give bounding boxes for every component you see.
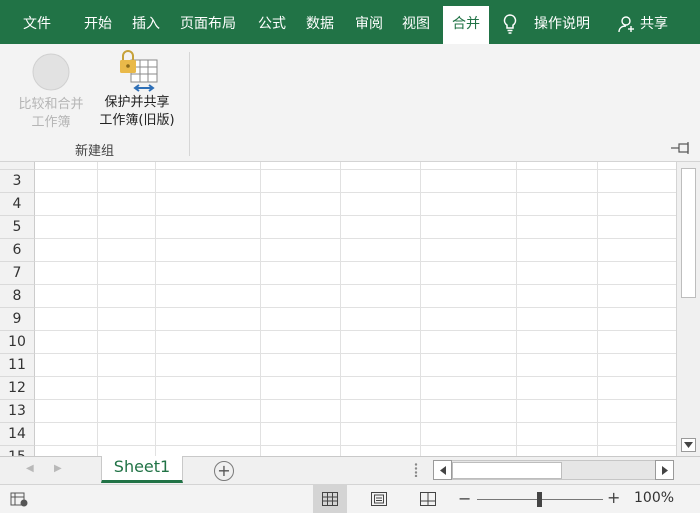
- protect-share-label-line2: 工作簿(旧版): [99, 113, 175, 128]
- row-gridline: [35, 353, 676, 354]
- row-gridline: [35, 238, 676, 239]
- group-label: 新建组: [74, 144, 114, 159]
- compare-merge-label-line1: 比较和合并: [18, 97, 84, 112]
- next-sheet-icon[interactable]: ▶: [54, 463, 62, 474]
- scroll-down-button[interactable]: [681, 438, 696, 452]
- zoom-slider-thumb[interactable]: [537, 492, 542, 507]
- row-header[interactable]: 13: [0, 400, 35, 423]
- sheet-tab[interactable]: Sheet1: [101, 456, 183, 483]
- zoom-in-button[interactable]: +: [607, 488, 620, 507]
- tab-merge[interactable]: 合并: [443, 6, 489, 44]
- row-header[interactable]: 4: [0, 193, 35, 216]
- column-gridline: [97, 162, 98, 456]
- tab-file[interactable]: 文件: [23, 0, 51, 48]
- share-button[interactable]: 共享: [640, 0, 668, 48]
- row-header[interactable]: 8: [0, 285, 35, 308]
- chevron-right-icon: [661, 465, 668, 475]
- tab-data[interactable]: 数据: [306, 0, 334, 48]
- column-gridline: [516, 162, 517, 456]
- row-header[interactable]: 6: [0, 239, 35, 262]
- row-header[interactable]: 5: [0, 216, 35, 239]
- row-header[interactable]: 11: [0, 354, 35, 377]
- row-header[interactable]: 3: [0, 170, 35, 193]
- row-gridline: [35, 399, 676, 400]
- row-gridline: [35, 284, 676, 285]
- person-icon[interactable]: [618, 0, 636, 48]
- row-header[interactable]: 14: [0, 423, 35, 446]
- normal-view-icon: [322, 492, 338, 506]
- menu-bar: 文件 开始 插入 页面布局 公式 数据 审阅 视图 合并 操作说明 共享: [0, 0, 700, 48]
- row-gridline: [35, 215, 676, 216]
- lightbulb-icon[interactable]: [502, 0, 518, 48]
- column-gridline: [420, 162, 421, 456]
- row-header[interactable]: 9: [0, 308, 35, 331]
- row-gridline: [35, 192, 676, 193]
- vertical-scroll-thumb[interactable]: [681, 168, 696, 298]
- chevron-down-icon: [684, 442, 693, 448]
- compare-merge-label-line2: 工作簿: [31, 115, 71, 130]
- normal-view-button[interactable]: [313, 485, 347, 513]
- row-gridline: [35, 376, 676, 377]
- row-header[interactable]: 15: [0, 446, 35, 456]
- row-header[interactable]: 10: [0, 331, 35, 354]
- status-bar: − + 100%: [0, 484, 700, 513]
- row-gridline: [35, 261, 676, 262]
- tab-view[interactable]: 视图: [402, 0, 430, 48]
- vertical-scrollbar[interactable]: [676, 162, 700, 456]
- compare-merge-icon: [32, 53, 70, 91]
- zoom-level[interactable]: 100%: [634, 490, 674, 506]
- row-header[interactable]: 12: [0, 377, 35, 400]
- column-gridline: [597, 162, 598, 456]
- macro-recording-icon[interactable]: [10, 491, 28, 507]
- pin-icon[interactable]: [670, 142, 692, 154]
- row-gridline: [35, 445, 676, 446]
- add-sheet-button[interactable]: +: [214, 461, 234, 481]
- sheet-tab-bar: ◀ ▶ Sheet1 +: [0, 456, 700, 484]
- tab-review[interactable]: 审阅: [355, 0, 383, 48]
- group-separator: [189, 52, 190, 156]
- horizontal-scrollbar[interactable]: [433, 460, 674, 481]
- page-layout-view-button[interactable]: [362, 485, 396, 513]
- protect-share-label-line1: 保护并共享: [104, 95, 170, 110]
- tab-formulas[interactable]: 公式: [258, 0, 286, 48]
- zoom-out-button[interactable]: −: [458, 489, 471, 508]
- tab-home[interactable]: 开始: [84, 0, 112, 48]
- row-header[interactable]: 7: [0, 262, 35, 285]
- tab-insert[interactable]: 插入: [132, 0, 160, 48]
- scroll-left-button[interactable]: [433, 460, 452, 480]
- excel-window: 文件 开始 插入 页面布局 公式 数据 审阅 视图 合并 操作说明 共享 比较和…: [0, 0, 700, 513]
- row-gridline: [35, 330, 676, 331]
- page-layout-icon: [371, 492, 387, 506]
- compare-merge-button: 比较和合并 工作簿: [9, 52, 93, 132]
- column-gridline: [260, 162, 261, 456]
- previous-sheet-icon[interactable]: ◀: [26, 463, 34, 474]
- protect-share-button[interactable]: 保护并共享 工作簿(旧版): [92, 50, 182, 130]
- horizontal-scroll-thumb[interactable]: [452, 462, 562, 479]
- page-break-preview-icon: [420, 492, 436, 506]
- worksheet-grid[interactable]: 23456789101112131415: [0, 162, 676, 456]
- row-header[interactable]: 2: [0, 162, 35, 170]
- column-gridline: [340, 162, 341, 456]
- column-gridline: [155, 162, 156, 456]
- horizontal-scroll-track[interactable]: [452, 460, 655, 480]
- protect-share-icon: [120, 50, 158, 92]
- row-gridline: [35, 169, 676, 170]
- row-gridline: [35, 307, 676, 308]
- chevron-left-icon: [439, 465, 446, 475]
- tab-page-layout[interactable]: 页面布局: [180, 0, 236, 48]
- row-gridline: [35, 422, 676, 423]
- tab-splitter-icon[interactable]: [414, 463, 418, 477]
- scroll-right-button[interactable]: [655, 460, 674, 480]
- ribbon: 比较和合并 工作簿 保护并共享 工作簿(旧版) 新建组: [0, 44, 700, 162]
- page-break-preview-button[interactable]: [411, 485, 445, 513]
- tell-me-box[interactable]: 操作说明: [534, 0, 590, 48]
